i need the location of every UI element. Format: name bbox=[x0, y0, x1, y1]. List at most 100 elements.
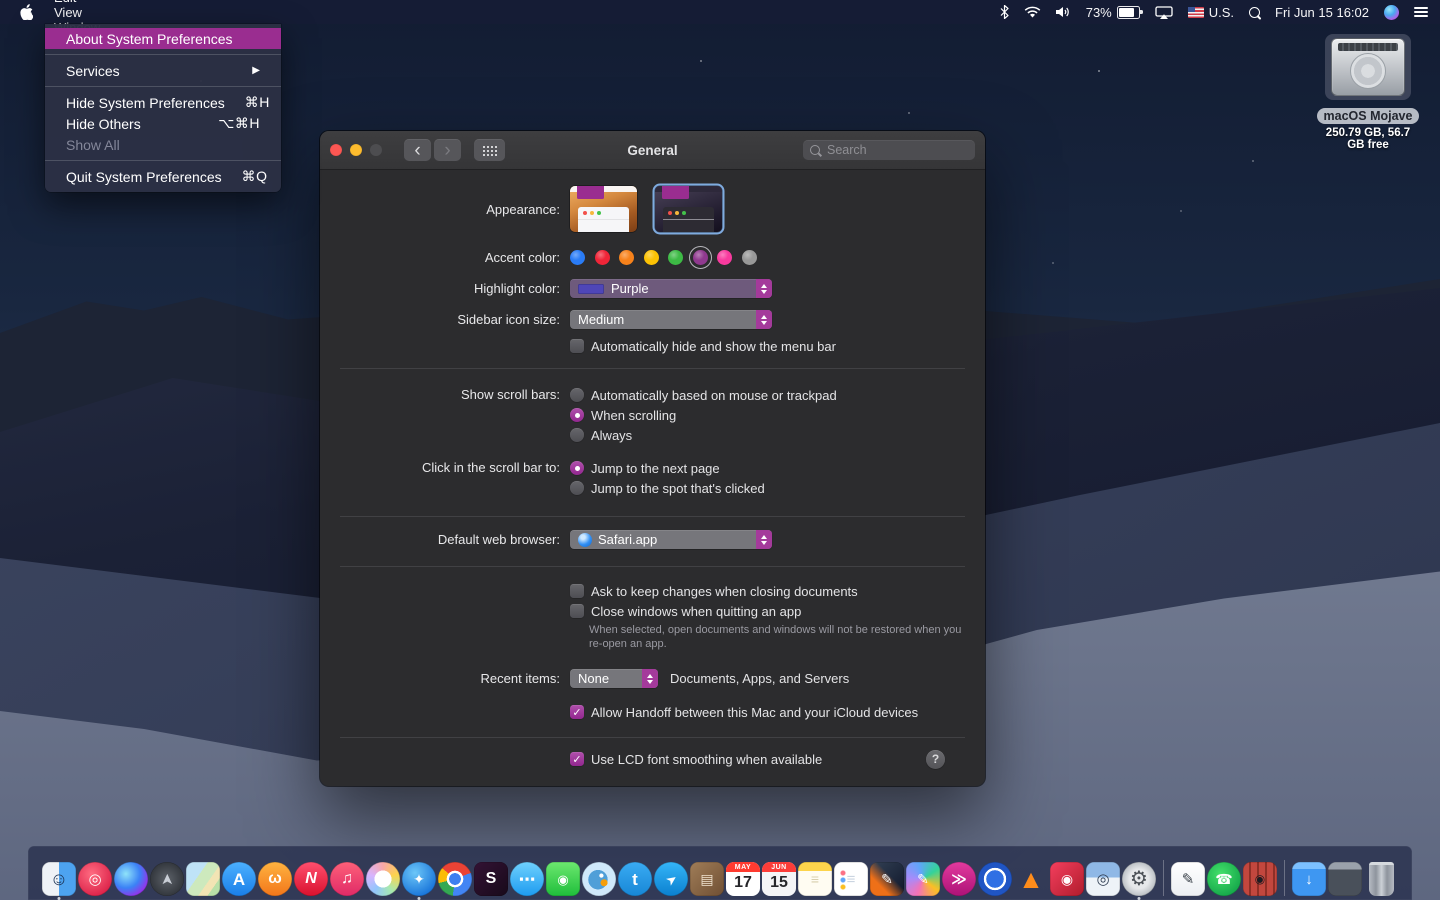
menu-separator bbox=[45, 160, 281, 161]
show-scroll-bars-option[interactable]: Always bbox=[570, 425, 837, 445]
separator bbox=[340, 737, 965, 738]
ask-keep-changes-checkbox[interactable]: ✓Ask to keep changes when closing docume… bbox=[570, 581, 858, 601]
pdf-expert-glyph-icon: ◉ bbox=[1061, 872, 1073, 886]
dock-item-calendar-jun[interactable]: JUN15 bbox=[762, 862, 796, 896]
bluetooth-icon[interactable] bbox=[1000, 5, 1009, 19]
accent-color-yellow[interactable] bbox=[644, 250, 659, 265]
dock-item-trash[interactable] bbox=[1364, 862, 1398, 896]
lcd-smoothing-checkbox[interactable]: ✓Use LCD font smoothing when available bbox=[570, 749, 822, 769]
close-button[interactable] bbox=[330, 144, 342, 156]
dock-item-books[interactable]: ω bbox=[258, 862, 292, 896]
siri-icon[interactable] bbox=[1384, 5, 1399, 20]
dock-item-twitterrific[interactable] bbox=[582, 862, 616, 896]
show-all-button[interactable] bbox=[474, 139, 505, 161]
airplay-icon[interactable] bbox=[1155, 6, 1173, 19]
dock-item-cleanshot[interactable]: ◎ bbox=[78, 862, 112, 896]
menu-item-hide-system-preferences[interactable]: Hide System Preferences⌘H bbox=[45, 92, 281, 113]
dock-item-safari[interactable]: ✦ bbox=[402, 862, 436, 896]
menubar-autohide-checkbox[interactable]: ✓Automatically hide and show the menu ba… bbox=[570, 336, 836, 356]
show-scroll-bars-option[interactable]: When scrolling bbox=[570, 405, 837, 425]
scroll-bar-click-option[interactable]: Jump to the next page bbox=[570, 458, 765, 478]
default-browser-popup[interactable]: Safari.app bbox=[570, 530, 772, 549]
volume-icon[interactable] bbox=[1056, 6, 1071, 18]
menu-bar-clock[interactable]: Fri Jun 15 16:02 bbox=[1275, 5, 1369, 20]
dock-item-journal[interactable]: ▤ bbox=[690, 862, 724, 896]
dock-item-reminders[interactable]: ≡ bbox=[834, 862, 868, 896]
app-store-glyph-icon: A bbox=[233, 871, 245, 888]
dock-item-slack[interactable]: S bbox=[474, 862, 508, 896]
dock-item-photo-booth[interactable]: ◉ bbox=[1243, 862, 1277, 896]
dock-item-writing-app[interactable]: ✎ bbox=[1171, 862, 1205, 896]
menu-item-services[interactable]: Services▶ bbox=[45, 60, 281, 81]
accent-color-blue[interactable] bbox=[570, 250, 585, 265]
dock-item-preview[interactable]: ◎ bbox=[1086, 862, 1120, 896]
dock-item-yoink[interactable]: ≫ bbox=[942, 862, 976, 896]
notification-center-icon[interactable] bbox=[1414, 5, 1428, 20]
dock-item-finder[interactable]: ☺ bbox=[42, 862, 76, 896]
dock-item-vlc[interactable]: ▲ bbox=[1014, 862, 1048, 896]
minimize-button[interactable] bbox=[350, 144, 362, 156]
highlight-color-popup[interactable]: Purple bbox=[570, 279, 772, 298]
menu-item-hide-others[interactable]: Hide Others⌥⌘H bbox=[45, 113, 281, 134]
spotlight-icon[interactable] bbox=[1249, 7, 1260, 18]
dock-item-chrome[interactable] bbox=[438, 862, 472, 896]
option-label: Jump to the next page bbox=[591, 461, 720, 476]
handoff-checkbox[interactable]: ✓Allow Handoff between this Mac and your… bbox=[570, 702, 918, 722]
accent-color-green[interactable] bbox=[668, 250, 683, 265]
show-scroll-bars-option[interactable]: Automatically based on mouse or trackpad bbox=[570, 385, 837, 405]
dock-item-pixelmator[interactable]: ✎ bbox=[870, 862, 904, 896]
general-pane: Appearance: Accent color: Highlight colo… bbox=[320, 169, 985, 786]
input-source-indicator[interactable]: U.S. bbox=[1188, 5, 1234, 20]
dock-item-notes[interactable]: ≡ bbox=[798, 862, 832, 896]
dock-item-siri[interactable] bbox=[114, 862, 148, 896]
recent-items-popup[interactable]: None bbox=[570, 669, 658, 688]
search-input[interactable] bbox=[825, 142, 968, 158]
dock-item-window-stack[interactable] bbox=[1328, 862, 1362, 896]
battery-indicator[interactable]: 73% bbox=[1086, 5, 1140, 20]
dock-item-spark[interactable]: ➤ bbox=[654, 862, 688, 896]
appearance-dark-thumbnail[interactable] bbox=[655, 186, 722, 232]
scrollbar-click-options: Jump to the next page Jump to the spot th… bbox=[570, 458, 765, 498]
back-button[interactable]: ‹ bbox=[404, 139, 431, 161]
accent-color-options bbox=[570, 250, 766, 265]
dock-item-launchpad[interactable]: ➤ bbox=[150, 862, 184, 896]
menu-bar-item-view[interactable]: View bbox=[43, 5, 189, 20]
dock-item-calendar-may[interactable]: MAY17 bbox=[726, 862, 760, 896]
default-browser-value: Safari.app bbox=[598, 532, 657, 547]
dock-item-maps[interactable] bbox=[186, 862, 220, 896]
appearance-light-thumbnail[interactable] bbox=[570, 186, 637, 232]
dock-item-app-store[interactable]: A bbox=[222, 862, 256, 896]
scroll-bar-click-option[interactable]: Jump to the spot that's clicked bbox=[570, 478, 765, 498]
dock-item-downloads-folder[interactable]: ↓ bbox=[1292, 862, 1326, 896]
menu-item-quit-system-preferences[interactable]: Quit System Preferences⌘Q bbox=[45, 166, 281, 187]
safari-icon bbox=[578, 533, 592, 547]
scrollbars-options: Automatically based on mouse or trackpad… bbox=[570, 385, 837, 445]
dock-item-pixelmator-pro[interactable]: ✎ bbox=[906, 862, 940, 896]
dock-item-itunes[interactable]: ♫ bbox=[330, 862, 364, 896]
dock-item-whatsapp[interactable]: ☎ bbox=[1207, 862, 1241, 896]
accent-color-red[interactable] bbox=[595, 250, 610, 265]
help-button[interactable]: ? bbox=[926, 750, 945, 769]
accent-color-orange[interactable] bbox=[619, 250, 634, 265]
apple-menu-icon[interactable] bbox=[10, 0, 43, 24]
dock-item-messages[interactable]: ⋯ bbox=[510, 862, 544, 896]
dock-item-system-preferences[interactable]: ⚙ bbox=[1122, 862, 1156, 896]
accent-color-pink[interactable] bbox=[717, 250, 732, 265]
accent-color-graphite[interactable] bbox=[742, 250, 757, 265]
dock-item-news[interactable]: N bbox=[294, 862, 328, 896]
desktop-icon-macos-mojave[interactable]: macOS Mojave 250.79 GB, 56.7 GB free bbox=[1316, 34, 1420, 151]
wifi-icon[interactable] bbox=[1024, 6, 1041, 18]
dock-item-photos[interactable] bbox=[366, 862, 400, 896]
dock-item-facetime[interactable]: ◉ bbox=[546, 862, 580, 896]
window-titlebar[interactable]: ‹ › General bbox=[320, 131, 985, 170]
search-field[interactable] bbox=[803, 140, 975, 160]
dock-item-twitter[interactable]: t bbox=[618, 862, 652, 896]
accent-color-purple[interactable] bbox=[693, 250, 708, 265]
photo-booth-glyph-icon: ◉ bbox=[1255, 873, 1265, 885]
sidebar-size-popup[interactable]: Medium bbox=[570, 310, 772, 329]
dock-item-pdf-expert[interactable]: ◉ bbox=[1050, 862, 1084, 896]
menu-item-about-system-preferences[interactable]: About System Preferences bbox=[45, 28, 281, 49]
option-label: Always bbox=[591, 428, 632, 443]
dock-item-1password[interactable] bbox=[978, 862, 1012, 896]
close-windows-checkbox[interactable]: ✓Close windows when quitting an app bbox=[570, 601, 801, 621]
